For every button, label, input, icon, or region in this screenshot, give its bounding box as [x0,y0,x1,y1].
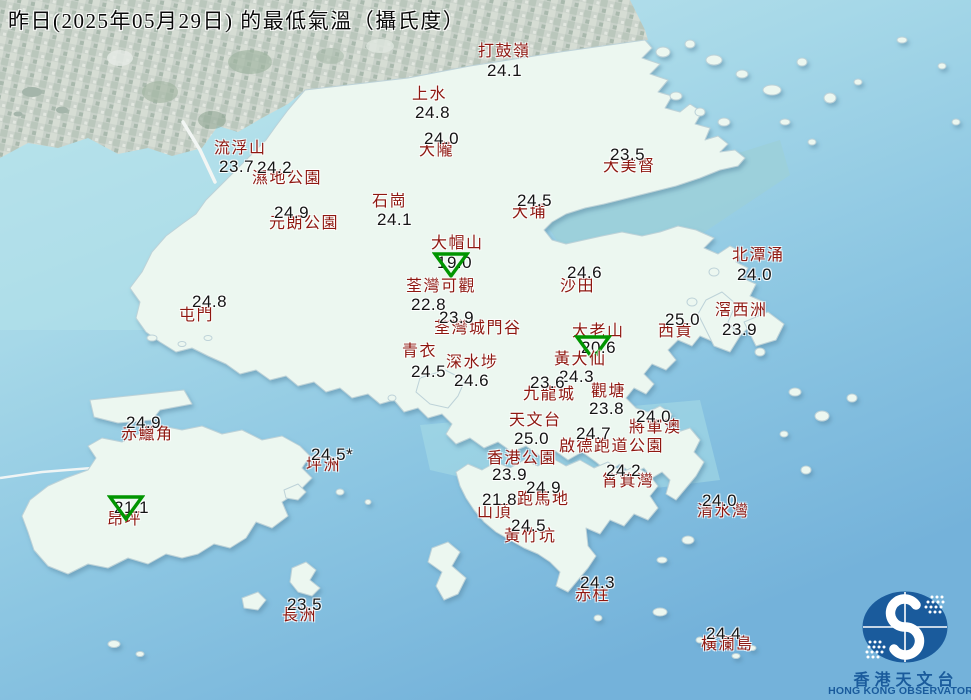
station-min-temp-value: 24.4 [706,624,742,643]
station-min-temp-value: 24.8 [192,292,228,311]
station-min-temp-value: 23.9 [492,465,528,484]
station-min-temp-value: 24.3 [580,573,616,592]
station-name: 啟德跑道公園 [559,438,665,455]
station-name: 青衣 [402,343,438,360]
station-name: 石崗 [372,193,408,210]
station-min-temp-value: 23.5 [610,145,646,164]
station-min-temp-value: 24.6 [454,371,490,390]
station-min-temp-value: 24.6 [567,263,603,282]
station-min-temp-value: 24.0 [737,265,773,284]
station-min-temp-value: 19.0 [437,253,473,272]
station-min-temp-value: 23.9 [439,308,475,327]
station-name: 天文台 [509,412,562,429]
hko-logo-icon [862,591,948,663]
station-min-temp-value: 24.0 [424,129,460,148]
station-min-temp-value: 24.5 [517,191,553,210]
station-min-temp-value: 23.6 [530,373,566,392]
station-name: 北潭涌 [732,247,785,264]
station-min-temp-value: 24.7 [576,424,612,443]
station-name: 流浮山 [214,140,267,157]
station-min-temp-value: 24.1 [487,61,523,80]
station-name: 黃大仙 [554,351,607,368]
station-min-temp-value: 23.7 [219,157,255,176]
station-name: 大帽山 [431,235,484,252]
station-min-temp-value: 24.2 [606,461,642,480]
station-min-temp-value: 24.9 [126,413,162,432]
station-min-temp-value: 24.0 [636,407,672,426]
station-min-temp-value: 24.5 [511,516,547,535]
station-name: 上水 [412,86,448,103]
station-min-temp-value: 24.5 [411,362,447,381]
hko-logo-english-text: HONG KONG OBSERVATORY [828,685,971,697]
station-name: 滘西洲 [715,302,768,319]
station-min-temp-value: 25.0 [665,310,701,329]
station-min-temp-value: 23.9 [722,320,758,339]
station-min-temp-value: 23.8 [589,399,625,418]
station-min-temp-value: 23.5 [287,595,323,614]
station-min-temp-value: 24.9 [526,478,562,497]
station-min-temp-value: 21.8 [482,490,518,509]
min-temperature-map: 昨日(2025年05月29日) 的最低氣溫（攝氏度） 打鼓嶺 24.1 上水 24.8… [0,0,971,700]
station-min-temp-value: 21.1 [114,498,150,517]
station-name: 荃灣可觀 [406,278,477,295]
station-min-temp-value: 25.0 [514,429,550,448]
station-min-temp-value: 24.8 [415,103,451,122]
station-min-temp-value: 24.5* [311,445,354,464]
station-min-temp-value: 24.0 [702,491,738,510]
station-min-temp-value: 24.1 [377,210,413,229]
station-name: 深水埗 [446,354,499,371]
station-name: 觀塘 [591,383,627,400]
station-layer: 打鼓嶺 24.1 上水 24.8 大隴 24.0 大美督 23.5 流浮山 23.7 濕地公園 24.… [0,0,971,700]
station-min-temp-value: 24.2 [257,158,293,177]
station-name: 打鼓嶺 [478,43,531,60]
station-min-temp-value: 24.9 [274,203,310,222]
